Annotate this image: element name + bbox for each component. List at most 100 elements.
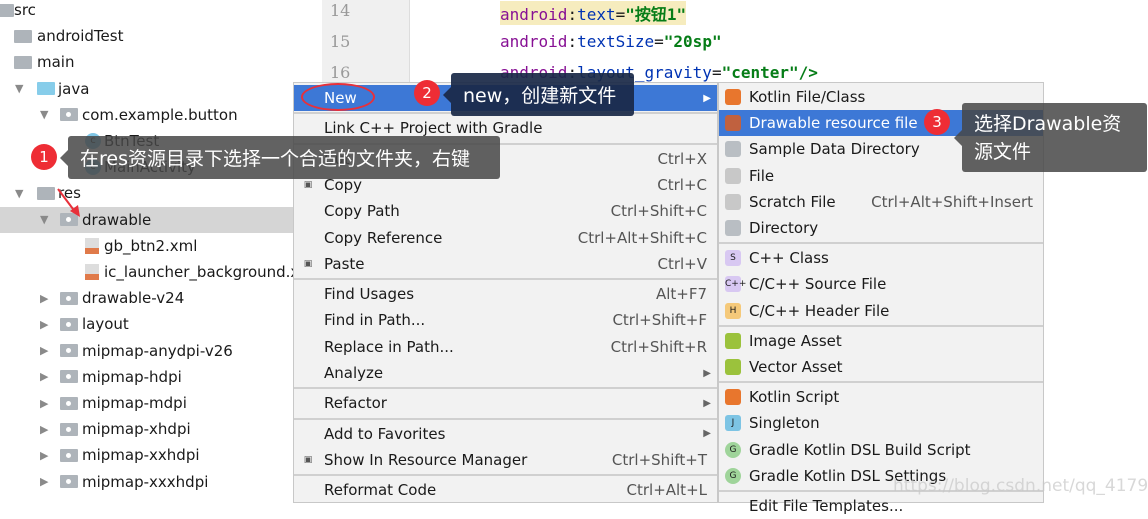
menu-item-copy-path[interactable]: Copy Path Ctrl+Shift+C <box>294 198 717 224</box>
menu-item-edit-file-templates-[interactable]: Edit File Templates... <box>719 493 1043 519</box>
expand-arrow-icon[interactable]: ▼ <box>40 213 48 226</box>
submenu-arrow-icon: ▶ <box>703 397 711 409</box>
scratch-file-icon <box>725 193 741 210</box>
cpp-header-icon: H <box>725 302 741 319</box>
collapse-arrow-icon[interactable]: ▶ <box>40 292 48 305</box>
folder-icon <box>725 220 741 236</box>
attr-value: "20sp" <box>663 32 722 51</box>
menu-item-shortcut: Ctrl+Alt+L <box>626 481 708 500</box>
menu-item-c-class[interactable]: S C++ Class <box>719 245 1043 271</box>
tree-item-label: mipmap-hdpi <box>82 367 182 386</box>
expand-arrow-icon[interactable]: ▼ <box>15 187 23 200</box>
menu-item-label: Analyze <box>324 364 384 382</box>
menu-item-gradle-kotlin-dsl-build-script[interactable]: G Gradle Kotlin DSL Build Script <box>719 437 1043 463</box>
resource-manager-icon: ▣ <box>303 454 313 465</box>
collapse-arrow-icon[interactable]: ▶ <box>40 475 48 488</box>
tree-item-src[interactable]: src <box>0 0 322 23</box>
menu-item-directory[interactable]: Directory <box>719 215 1043 241</box>
tree-item-mipmap-anydpi-v26[interactable]: ▶ mipmap-anydpi-v26 <box>0 338 322 364</box>
menu-item-add-to-favorites[interactable]: Add to Favorites ▶ <box>294 421 717 447</box>
menu-item-c-c-source-file[interactable]: C++ C/C++ Source File <box>719 271 1043 297</box>
expand-arrow-icon[interactable]: ▼ <box>40 108 48 121</box>
menu-item-label: Copy Path <box>324 202 400 221</box>
expand-arrow-icon[interactable]: ▼ <box>15 82 23 95</box>
folder-icon <box>60 422 78 436</box>
menu-item-singleton[interactable]: J Singleton <box>719 410 1043 436</box>
menu-item-label: Refactor <box>324 394 387 413</box>
menu-separator <box>719 242 1043 245</box>
tree-item-res[interactable]: ▼ res <box>0 180 322 206</box>
code-line: android:text="按钮1" <box>500 1 687 25</box>
folder-icon <box>0 3 14 17</box>
menu-item-scratch-file[interactable]: Scratch File Ctrl+Alt+Shift+Insert <box>719 189 1043 215</box>
menu-item-analyze[interactable]: Analyze ▶ <box>294 360 717 386</box>
folder-icon <box>14 55 32 69</box>
menu-item-show-in-resource-manager[interactable]: ▣ Show In Resource Manager Ctrl+Shift+T <box>294 447 717 473</box>
collapse-arrow-icon[interactable]: ▶ <box>40 423 48 436</box>
submenu-arrow-icon: ▶ <box>703 367 711 379</box>
menu-item-image-asset[interactable]: Image Asset <box>719 328 1043 354</box>
tree-item-layout[interactable]: ▶ layout <box>0 311 322 337</box>
menu-item-refactor[interactable]: Refactor ▶ <box>294 390 717 416</box>
menu-item-shortcut: Ctrl+Shift+F <box>612 311 707 330</box>
menu-item-paste[interactable]: ▣ Paste Ctrl+V <box>294 251 717 277</box>
menu-item-shortcut: Ctrl+Alt+Shift+Insert <box>871 192 1033 211</box>
collapse-arrow-icon[interactable]: ▶ <box>40 449 48 462</box>
menu-item-find-usages[interactable]: Find Usages Alt+F7 <box>294 281 717 307</box>
menu-item-shortcut: Ctrl+C <box>657 175 707 194</box>
tree-item-label: mipmap-xhdpi <box>82 420 191 439</box>
step-2-tooltip: new，创建新文件 <box>443 73 634 116</box>
attr-name: text <box>577 5 616 24</box>
submenu-arrow-icon: ▶ <box>703 428 711 440</box>
tree-item-mipmap-xxhdpi[interactable]: ▶ mipmap-xxhdpi <box>0 442 322 468</box>
java-singleton-icon: J <box>725 415 741 432</box>
menu-item-kotlin-script[interactable]: Kotlin Script <box>719 384 1043 410</box>
menu-item-label: Sample Data Directory <box>749 140 920 159</box>
tree-item-androidtest[interactable]: ▶androidTest <box>0 23 322 49</box>
menu-item-copy-reference[interactable]: Copy Reference Ctrl+Alt+Shift+C <box>294 225 717 251</box>
folder-icon <box>725 141 741 158</box>
tree-item-label: mipmap-anydpi-v26 <box>82 341 233 360</box>
collapse-arrow-icon[interactable]: ▶ <box>40 397 48 410</box>
menu-item-label: Find in Path... <box>324 311 426 330</box>
paste-icon: ▣ <box>303 258 313 269</box>
menu-separator <box>294 474 717 477</box>
collapse-arrow-icon[interactable]: ▶ <box>40 344 48 357</box>
xml-file-icon <box>85 264 99 280</box>
tree-item-mipmap-hdpi[interactable]: ▶ mipmap-hdpi <box>0 364 322 390</box>
menu-item-find-in-path-[interactable]: Find in Path... Ctrl+Shift+F <box>294 307 717 333</box>
attr-value: "center"/> <box>721 63 818 82</box>
tree-item-main[interactable]: ▼main <box>0 49 322 75</box>
menu-separator <box>294 278 717 281</box>
menu-item-replace-in-path-[interactable]: Replace in Path... Ctrl+Shift+R <box>294 334 717 360</box>
tree-item-label: mipmap-mdpi <box>82 394 187 412</box>
folder-icon <box>60 344 78 358</box>
menu-item-label: Edit File Templates... <box>749 497 904 515</box>
tree-item-ic-launcher-background-x[interactable]: ic_launcher_background.x <box>0 259 322 285</box>
menu-item-c-c-header-file[interactable]: H C/C++ Header File <box>719 298 1043 324</box>
menu-item-reformat-code[interactable]: Reformat Code Ctrl+Alt+L <box>294 477 717 503</box>
tree-item-drawable[interactable]: ▼ drawable <box>0 206 322 233</box>
tree-item-drawable-v24[interactable]: ▶ drawable-v24 <box>0 285 322 311</box>
tree-item-mipmap-mdpi[interactable]: ▶ mipmap-mdpi <box>0 390 322 416</box>
submenu-arrow-icon: ▶ <box>703 92 711 104</box>
menu-item-shortcut: Alt+F7 <box>655 285 707 304</box>
tree-item-gb-btn2-xml[interactable]: gb_btn2.xml <box>0 233 322 259</box>
menu-separator <box>719 381 1043 384</box>
menu-item-shortcut: Ctrl+Alt+Shift+C <box>577 228 707 247</box>
tree-item-mipmap-xxxhdpi[interactable]: ▶ mipmap-xxxhdpi <box>0 469 322 495</box>
menu-item-shortcut: Ctrl+V <box>657 254 707 273</box>
tree-item-mipmap-xhdpi[interactable]: ▶ mipmap-xhdpi <box>0 416 322 442</box>
tree-item-label: layout <box>82 315 129 334</box>
collapse-arrow-icon[interactable]: ▶ <box>40 370 48 383</box>
tree-item-com-example-button[interactable]: ▼ com.example.button <box>0 102 322 128</box>
collapse-arrow-icon[interactable]: ▶ <box>40 318 48 331</box>
tree-item-java[interactable]: ▼ java <box>0 76 322 102</box>
menu-item-vector-asset[interactable]: Vector Asset <box>719 354 1043 380</box>
menu-item-label: Show In Resource Manager <box>324 450 528 469</box>
menu-item-label: Link C++ Project with Gradle <box>324 119 543 138</box>
tree-item-label: mipmap-xxhdpi <box>82 446 200 465</box>
gradle-icon: G <box>725 467 741 484</box>
menu-item-label: C++ Class <box>749 249 829 268</box>
line-number: 16 <box>330 63 351 82</box>
